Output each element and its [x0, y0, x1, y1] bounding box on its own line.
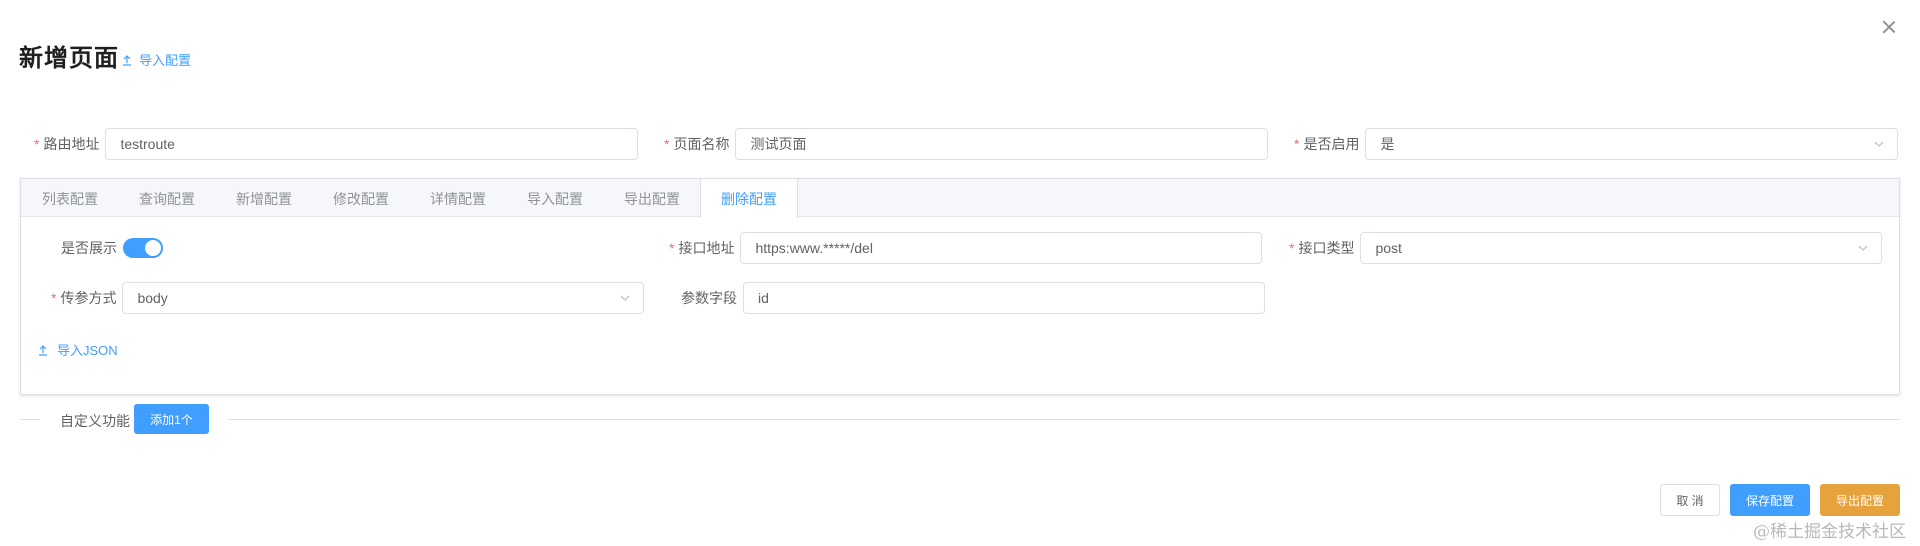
chevron-down-icon: [1858, 245, 1868, 251]
tab-export-config[interactable]: 导出配置: [603, 179, 701, 218]
show-field: 是否展示: [61, 232, 163, 264]
api-url-label: * 接口地址: [669, 238, 734, 258]
save-config-button[interactable]: 保存配置: [1730, 484, 1810, 516]
param-field-input[interactable]: id: [743, 282, 1265, 314]
export-config-button[interactable]: 导出配置: [1820, 484, 1900, 516]
page-name-label-text: 页面名称: [673, 136, 730, 152]
config-tabs: 列表配置 查询配置 新增配置 修改配置 详情配置 导入配置 导出配置 删除配置 …: [20, 178, 1900, 395]
tab-edit-config[interactable]: 修改配置: [312, 179, 410, 218]
api-type-select-value: post: [1375, 240, 1402, 256]
page-name-input[interactable]: 测试页面: [735, 128, 1269, 160]
api-url-field: * 接口地址 https:www.*****/del: [669, 232, 1263, 264]
dialog-title: 新增页面: [19, 45, 119, 72]
enabled-label-text: 是否启用: [1303, 136, 1360, 152]
api-type-field: * 接口类型 post: [1289, 232, 1883, 264]
import-config-button[interactable]: 导入配置: [121, 50, 191, 69]
api-type-select[interactable]: post: [1360, 232, 1883, 264]
route-input[interactable]: testroute: [105, 128, 639, 160]
custom-function-label: 自定义功能: [60, 413, 130, 429]
import-config-label: 导入配置: [139, 53, 192, 68]
route-label-text: 路由地址: [43, 136, 100, 152]
param-mode-select[interactable]: body: [122, 282, 645, 314]
upload-icon: [39, 344, 47, 356]
enabled-field: * 是否启用 是: [1294, 128, 1899, 160]
dialog-header: 新增页面 导入配置: [19, 38, 191, 73]
param-mode-label: * 传参方式: [51, 288, 116, 308]
api-url-input[interactable]: https:www.*****/del: [740, 232, 1263, 264]
required-mark: *: [34, 136, 40, 152]
page-name-label: * 页面名称: [664, 134, 729, 154]
tab-detail-config[interactable]: 详情配置: [409, 179, 507, 218]
import-json-label: 导入JSON: [57, 343, 118, 358]
chevron-down-icon: [1874, 141, 1884, 147]
show-label: 是否展示: [61, 240, 117, 256]
chevron-down-icon: [620, 295, 630, 301]
api-url-label-text: 接口地址: [678, 240, 735, 256]
enabled-label: * 是否启用: [1294, 134, 1359, 154]
api-type-label: * 接口类型: [1289, 238, 1354, 258]
required-mark: *: [1289, 240, 1295, 256]
route-field: * 路由地址 testroute: [34, 128, 639, 160]
import-json-button[interactable]: 导入JSON: [37, 340, 118, 359]
tab-delete-config[interactable]: 删除配置: [700, 179, 798, 218]
divider-right: [228, 419, 1900, 420]
divider-left: [20, 419, 40, 420]
basic-form: * 路由地址 testroute * 页面名称 测试页面 * 是否启用 是: [0, 126, 1920, 160]
param-mode-select-value: body: [137, 290, 168, 306]
param-mode-field: * 传参方式 body: [51, 282, 645, 314]
tab-import-config[interactable]: 导入配置: [506, 179, 604, 218]
tabs-header: 列表配置 查询配置 新增配置 修改配置 详情配置 导入配置 导出配置 删除配置: [21, 179, 1899, 218]
required-mark: *: [1294, 136, 1300, 152]
enabled-select-value: 是: [1380, 136, 1395, 152]
watermark: @稀土掘金技术社区: [1753, 522, 1906, 542]
enabled-select[interactable]: 是: [1365, 128, 1899, 160]
cancel-button[interactable]: 取 消: [1660, 484, 1720, 516]
upload-icon: [123, 54, 131, 66]
param-mode-label-text: 传参方式: [60, 290, 117, 306]
add-custom-button[interactable]: 添加1个: [134, 404, 209, 434]
route-label: * 路由地址: [34, 134, 99, 154]
tab-add-config[interactable]: 新增配置: [215, 179, 313, 218]
param-field-field: 参数字段 id: [681, 282, 1265, 314]
tab-query-config[interactable]: 查询配置: [118, 179, 216, 218]
required-mark: *: [664, 136, 670, 152]
page-name-field: * 页面名称 测试页面: [664, 128, 1269, 160]
show-switch[interactable]: [123, 238, 163, 258]
param-field-label: 参数字段: [681, 290, 737, 306]
close-icon[interactable]: [1880, 18, 1898, 36]
required-mark: *: [51, 290, 57, 306]
tab-list-config[interactable]: 列表配置: [21, 179, 119, 218]
api-type-label-text: 接口类型: [1298, 240, 1355, 256]
switch-knob: [145, 240, 161, 256]
required-mark: *: [669, 240, 675, 256]
